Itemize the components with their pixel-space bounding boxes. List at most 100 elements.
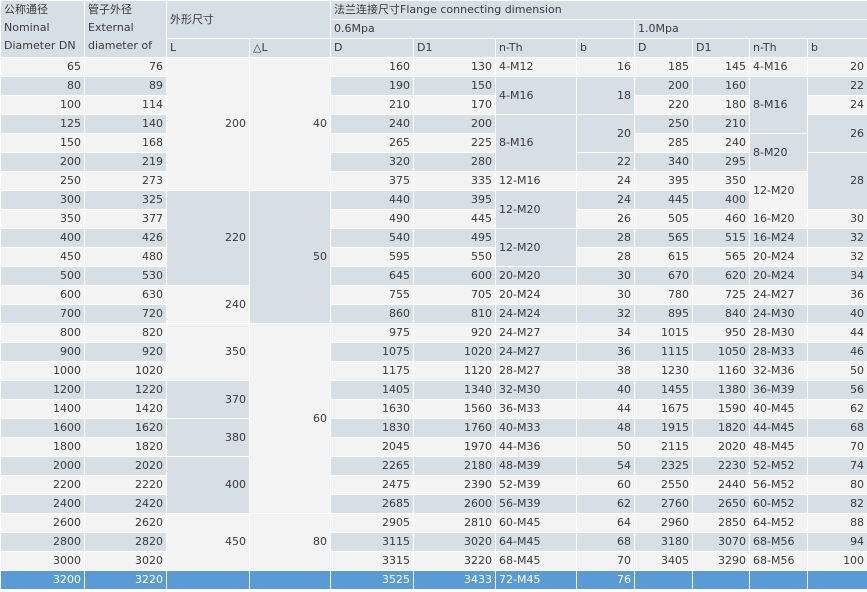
cell-d-b: 615 bbox=[634, 247, 693, 267]
col-header-D-a: D bbox=[330, 38, 414, 58]
table-row[interactable]: 900 920 1075 1020 24-M27 36 1115 1050 28… bbox=[0, 342, 867, 362]
cell-nth-a: 20-M24 bbox=[495, 285, 577, 305]
cell-nth-b: 24-M27 bbox=[749, 285, 808, 305]
cell-d-a: 240 bbox=[330, 114, 414, 134]
cell-d1-b: 145 bbox=[692, 57, 750, 77]
cell-nth-b: 68-M56 bbox=[749, 532, 808, 552]
cell-b-a: 30 bbox=[576, 266, 635, 286]
cell-d-a: 3315 bbox=[330, 551, 414, 571]
table-row[interactable]: 1800 1820 2045 1970 44-M36 50 2115 2020 … bbox=[0, 437, 867, 457]
cell-d1-b: 565 bbox=[692, 247, 750, 267]
cell-b-b: 100 bbox=[806, 551, 867, 571]
cell-nth-b: 40-M45 bbox=[749, 399, 808, 419]
cell-L: 400 bbox=[166, 456, 250, 514]
cell-b-a: 64 bbox=[576, 513, 635, 533]
cell-b-b bbox=[806, 570, 867, 590]
cell-d1-b: 725 bbox=[692, 285, 750, 305]
table-row[interactable]: 2400 2420 2685 2600 56-M39 62 2760 2650 … bbox=[0, 494, 867, 514]
cell-dn: 250 bbox=[0, 171, 85, 191]
table-row[interactable]: 300 325 220 50 440 395 12-M20 24 445 400 bbox=[0, 190, 867, 324]
cell-od: 2620 bbox=[84, 513, 167, 533]
cell-d-a: 2045 bbox=[330, 437, 414, 457]
table-row[interactable]: 200 219 320 280 22 340 295 28 bbox=[0, 152, 867, 210]
cell-od: 920 bbox=[84, 342, 167, 362]
cell-d-b: 445 bbox=[634, 190, 693, 210]
table-row[interactable]: 150 168 265 225 285 240 8-M20 bbox=[0, 133, 867, 172]
cell-d-b: 2115 bbox=[634, 437, 693, 457]
cell-od: 1020 bbox=[84, 361, 167, 381]
cell-d1-b: 210 bbox=[692, 114, 750, 134]
cell-d1-a: 550 bbox=[413, 247, 496, 267]
cell-d-a: 860 bbox=[330, 304, 414, 324]
cell-d-a: 3115 bbox=[330, 532, 414, 552]
cell-d1-a: 495 bbox=[413, 228, 496, 248]
table-row[interactable]: 2600 2620 450 80 2905 2810 60-M45 64 296… bbox=[0, 513, 867, 571]
cell-nth-b: 16-M20 bbox=[749, 209, 808, 229]
cell-nth-b: 64-M52 bbox=[749, 513, 808, 533]
cell-d-a: 375 bbox=[330, 171, 414, 191]
cell-d1-b: 1380 bbox=[692, 380, 750, 400]
cell-dn: 1400 bbox=[0, 399, 85, 419]
cell-d-a: 2685 bbox=[330, 494, 414, 514]
col-header-b-b: b bbox=[806, 38, 867, 58]
table-row[interactable]: 250 273 375 335 12-M16 24 395 350 12-M20 bbox=[0, 171, 867, 210]
cell-nth-a: 4-M16 bbox=[495, 76, 577, 115]
cell-d-a: 3525 bbox=[330, 570, 414, 590]
table-row[interactable]: 450 480 595 550 28 615 565 20-M24 32 bbox=[0, 247, 867, 267]
cell-nth-a: 40-M33 bbox=[495, 418, 577, 438]
table-row[interactable]: 1400 1420 1630 1560 36-M33 44 1675 1590 … bbox=[0, 399, 867, 419]
table-row[interactable]: 1200 1220 370 1405 1340 32-M30 40 1455 1… bbox=[0, 380, 867, 419]
cell-d-a: 755 bbox=[330, 285, 414, 305]
table-row[interactable]: 1600 1620 380 1830 1760 40-M33 48 1915 1… bbox=[0, 418, 867, 457]
cell-b-a: 28 bbox=[576, 247, 635, 267]
cell-d-b: 2760 bbox=[634, 494, 693, 514]
cell-d-a: 210 bbox=[330, 95, 414, 115]
header-od-line-3: diameter of bbox=[88, 39, 152, 52]
cell-nth-b: 16-M24 bbox=[749, 228, 808, 248]
cell-d-b: 200 bbox=[634, 76, 693, 96]
cell-dn: 1200 bbox=[0, 380, 85, 400]
col-header-dL: △L bbox=[249, 38, 331, 58]
cell-d-a: 490 bbox=[330, 209, 414, 229]
table-row[interactable]: 80 89 190 150 4-M16 18 200 160 8-M16 22 bbox=[0, 76, 867, 134]
table-row[interactable]: 600 630 240 755 705 20-M24 30 780 725 24… bbox=[0, 285, 867, 324]
cell-b-b: 44 bbox=[806, 323, 867, 343]
cell-dn: 3000 bbox=[0, 551, 85, 571]
cell-od: 2020 bbox=[84, 456, 167, 476]
table-row[interactable]: 125 140 240 200 8-M16 20 250 210 26 bbox=[0, 114, 867, 172]
table-row[interactable]: 65 76 200 40 160 130 4-M12 16 185 145 4-… bbox=[0, 57, 867, 191]
table-row[interactable]: 3000 3020 3315 3220 68-M45 70 3405 3290 … bbox=[0, 551, 867, 571]
table-row-selected[interactable]: 3200 3220 3525 3433 72-M45 76 bbox=[0, 570, 867, 590]
table-row[interactable]: 800 820 350 60 975 920 24-M27 34 1015 95… bbox=[0, 323, 867, 514]
cell-d-a: 595 bbox=[330, 247, 414, 267]
table-row[interactable]: 500 530 645 600 20-M20 30 670 620 20-M24… bbox=[0, 266, 867, 286]
table-row[interactable]: 2200 2220 2475 2390 52-M39 60 2550 2440 … bbox=[0, 475, 867, 495]
cell-d1-b: 950 bbox=[692, 323, 750, 343]
cell-dn: 80 bbox=[0, 76, 85, 96]
cell-b-b: 88 bbox=[806, 513, 867, 533]
table-row[interactable]: 350 377 490 445 26 505 460 16-M20 30 bbox=[0, 209, 867, 229]
cell-b-a: 28 bbox=[576, 228, 635, 248]
cell-d1-a: 280 bbox=[413, 152, 496, 172]
cell-d1-b: 350 bbox=[692, 171, 750, 191]
cell-L: 450 bbox=[166, 513, 250, 571]
cell-d1-b: 400 bbox=[692, 190, 750, 210]
cell-dL: 80 bbox=[249, 513, 331, 571]
table-row[interactable]: 2800 2820 3115 3020 64-M45 68 3180 3070 … bbox=[0, 532, 867, 552]
table-row[interactable]: 1000 1020 1175 1120 28-M27 38 1230 1160 … bbox=[0, 361, 867, 381]
cell-b-a: 20 bbox=[576, 114, 635, 153]
cell-d-b: 895 bbox=[634, 304, 693, 324]
cell-d1-a: 2390 bbox=[413, 475, 496, 495]
cell-dn: 1800 bbox=[0, 437, 85, 457]
table-row[interactable]: 2000 2020 400 2265 2180 48-M39 54 2325 2… bbox=[0, 456, 867, 514]
cell-d1-a: 335 bbox=[413, 171, 496, 191]
table-row[interactable]: 700 720 860 810 24-M24 32 895 840 24-M30… bbox=[0, 304, 867, 324]
cell-d-a: 2265 bbox=[330, 456, 414, 476]
cell-L: 350 bbox=[166, 323, 250, 381]
cell-dn: 450 bbox=[0, 247, 85, 267]
table-row[interactable]: 400 426 540 495 12-M20 28 565 515 16-M24… bbox=[0, 228, 867, 267]
cell-d1-a: 2810 bbox=[413, 513, 496, 533]
table-row[interactable]: 100 114 210 170 220 180 24 bbox=[0, 95, 867, 115]
cell-nth-b: 8-M20 bbox=[749, 133, 808, 172]
cell-d-b: 1455 bbox=[634, 380, 693, 400]
